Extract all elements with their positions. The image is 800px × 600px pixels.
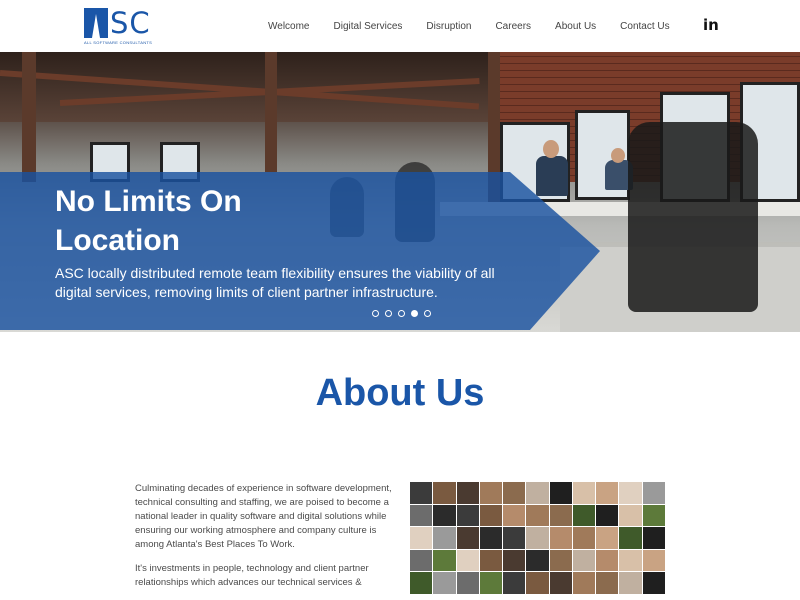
- team-photo: [572, 504, 596, 527]
- team-photo: [503, 549, 526, 572]
- team-photo: [619, 572, 642, 594]
- team-photo: [479, 549, 503, 572]
- team-photo: [572, 549, 596, 572]
- nav-item-contact-us[interactable]: Contact Us: [620, 21, 669, 32]
- team-photo: [479, 572, 503, 594]
- hero-title: No Limits On Location: [55, 185, 242, 257]
- hero-slider: No Limits On Location ASC locally distri…: [0, 52, 800, 332]
- site-header: SC ALL SOFTWARE CONSULTANTS Welcome Digi…: [0, 0, 800, 52]
- team-photo: [619, 482, 642, 504]
- logo-letters: SC: [110, 6, 151, 40]
- team-photo: [456, 482, 479, 504]
- about-title: About Us: [315, 372, 485, 414]
- team-photo: [642, 572, 665, 594]
- team-photo: [526, 549, 549, 572]
- team-photo: [596, 572, 619, 594]
- team-photo: [456, 572, 479, 594]
- team-photo: [642, 527, 665, 549]
- team-photo: [549, 482, 572, 504]
- nav-item-about-us[interactable]: About Us: [555, 21, 596, 32]
- team-photo: [619, 527, 642, 549]
- nav-item-disruption[interactable]: Disruption: [426, 21, 471, 32]
- team-photo-collage: [410, 482, 665, 594]
- slider-dots: [372, 310, 437, 317]
- team-photo: [572, 482, 596, 504]
- team-photo: [526, 482, 549, 504]
- team-photo: [526, 572, 549, 594]
- about-paragraph: It's investments in people, technology a…: [135, 563, 369, 588]
- team-photo: [549, 572, 572, 594]
- team-photo: [549, 527, 572, 549]
- team-photo: [596, 527, 619, 549]
- team-photo: [619, 549, 642, 572]
- team-photo: [503, 572, 526, 594]
- team-photo: [526, 504, 549, 527]
- team-photo: [410, 527, 433, 549]
- team-photo: [410, 572, 433, 594]
- team-photo: [642, 504, 665, 527]
- team-photo: [596, 504, 619, 527]
- asc-logo[interactable]: SC ALL SOFTWARE CONSULTANTS: [84, 6, 152, 48]
- logo-subtitle: ALL SOFTWARE CONSULTANTS: [84, 40, 153, 45]
- linkedin-icon[interactable]: in: [703, 17, 719, 34]
- slider-dot-5[interactable]: [424, 310, 431, 317]
- team-photo: [410, 549, 433, 572]
- team-photo: [549, 549, 572, 572]
- about-paragraph: Culminating decades of experience in sof…: [135, 483, 392, 550]
- slider-dot-3[interactable]: [398, 310, 405, 317]
- nav-item-digital-services[interactable]: Digital Services: [334, 21, 403, 32]
- team-photo: [479, 527, 503, 549]
- person-head: [611, 148, 625, 163]
- team-photo: [456, 527, 479, 549]
- nav-item-careers[interactable]: Careers: [495, 21, 531, 32]
- team-photo: [549, 504, 572, 527]
- team-photo: [433, 572, 456, 594]
- about-text: Culminating decades of experience in sof…: [135, 482, 393, 600]
- team-photo: [572, 527, 596, 549]
- team-photo: [642, 482, 665, 504]
- person-head: [543, 140, 559, 158]
- slider-dot-4[interactable]: [411, 310, 418, 317]
- logo-a-glyph: [84, 8, 108, 38]
- team-photo: [596, 482, 619, 504]
- team-photo: [503, 527, 526, 549]
- slider-dot-1[interactable]: [372, 310, 379, 317]
- team-photo: [479, 504, 503, 527]
- support-column: [22, 52, 36, 182]
- team-photo: [503, 504, 526, 527]
- logo-mark: SC: [84, 6, 151, 38]
- team-photo: [433, 527, 456, 549]
- hero-description: ASC locally distributed remote team flex…: [55, 265, 495, 300]
- team-photo: [456, 504, 479, 527]
- person-figure: [536, 156, 568, 196]
- team-photo: [479, 482, 503, 504]
- team-photo: [596, 549, 619, 572]
- support-column: [265, 52, 277, 172]
- team-photo: [410, 504, 433, 527]
- team-photo: [642, 549, 665, 572]
- team-photo: [526, 527, 549, 549]
- team-photo: [433, 504, 456, 527]
- team-photo: [503, 482, 526, 504]
- team-photo: [433, 482, 456, 504]
- nav-item-welcome[interactable]: Welcome: [268, 21, 310, 32]
- team-photo: [433, 549, 456, 572]
- team-photo: [456, 549, 479, 572]
- team-photo: [572, 572, 596, 594]
- office-chair: [628, 122, 758, 312]
- main-nav: Welcome Digital Services Disruption Care…: [256, 0, 682, 52]
- team-photo: [410, 482, 433, 504]
- slider-dot-2[interactable]: [385, 310, 392, 317]
- team-photo: [619, 504, 642, 527]
